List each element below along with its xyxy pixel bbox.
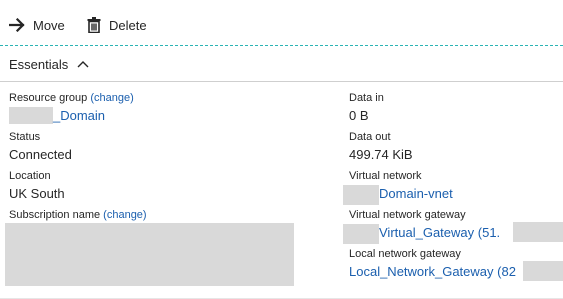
location-field: Location UK South (9, 169, 65, 203)
data-out-label: Data out (349, 131, 391, 143)
resource-group-link[interactable]: _Domain (53, 108, 105, 123)
essentials-toggle[interactable]: Essentials (0, 47, 563, 82)
move-label: Move (33, 17, 65, 33)
subscription-change-link[interactable]: (change) (103, 209, 146, 221)
delete-label: Delete (109, 17, 147, 33)
essentials-label: Essentials (9, 56, 69, 72)
redacted-block (9, 107, 53, 124)
command-bar: Move Delete (0, 0, 563, 46)
subscription-field: Subscription name (change) (9, 208, 147, 222)
data-in-label: Data in (349, 92, 384, 104)
redacted-block (5, 223, 294, 286)
status-label: Status (9, 131, 41, 143)
local-network-gateway-link[interactable]: Local_Network_Gateway (82 (349, 264, 516, 279)
virtual-network-gateway-field: Virtual network gateway Virtual_Gateway … (343, 208, 500, 244)
move-button[interactable]: Move (9, 15, 65, 35)
resource-group-change-link[interactable]: (change) (90, 92, 133, 104)
delete-button[interactable]: Delete (87, 15, 147, 35)
location-value: UK South (9, 186, 65, 201)
redacted-block (523, 261, 563, 281)
redacted-block (343, 185, 379, 205)
arrow-right-icon (9, 18, 25, 32)
redacted-block (343, 224, 379, 244)
data-out-value: 499.74 KiB (349, 147, 413, 162)
virtual-network-label: Virtual network (349, 170, 422, 182)
virtual-network-gateway-link[interactable]: Virtual_Gateway (51. (379, 225, 500, 240)
virtual-network-gateway-label: Virtual network gateway (349, 209, 466, 221)
trash-icon (87, 17, 101, 33)
resource-group-field: Resource group (change) _Domain (9, 91, 134, 125)
redacted-block (513, 222, 563, 242)
location-label: Location (9, 170, 51, 182)
chevron-up-icon (68, 55, 89, 73)
local-network-gateway-field: Local network gateway Local_Network_Gate… (349, 247, 516, 281)
status-field: Status Connected (9, 130, 72, 164)
data-in-value: 0 B (349, 108, 369, 123)
data-out-field: Data out 499.74 KiB (349, 130, 413, 164)
resource-group-label: Resource group (9, 92, 88, 104)
status-value: Connected (9, 147, 72, 162)
subscription-label: Subscription name (9, 209, 101, 221)
data-in-field: Data in 0 B (349, 91, 384, 125)
virtual-network-link[interactable]: Domain-vnet (379, 186, 453, 201)
virtual-network-field: Virtual network Domain-vnet (343, 169, 453, 205)
local-network-gateway-label: Local network gateway (349, 248, 461, 260)
